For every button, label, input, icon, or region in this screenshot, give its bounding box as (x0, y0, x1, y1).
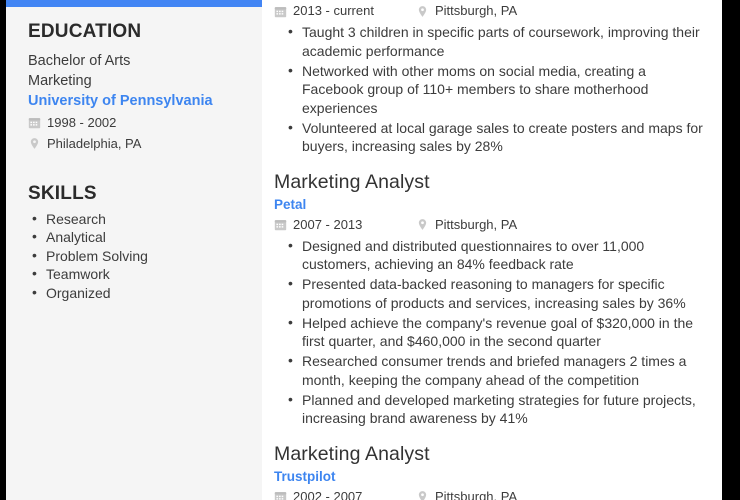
skill-list-item: Analytical (28, 227, 246, 247)
job-title: Marketing Analyst (274, 170, 430, 193)
job-location: Pittsburgh, PA (435, 216, 518, 232)
accent-bar (6, 0, 262, 7)
job-bullet-item: Researched consumer trends and briefed m… (274, 351, 706, 389)
job-dates: 2007 - 2013 (293, 216, 363, 232)
skills-heading: SKILLS (28, 182, 97, 204)
job-meta-row: 2007 - 2013 Pittsburgh, PA (274, 215, 706, 235)
page-gutter-right (722, 0, 740, 500)
job-bullet-item: Networked with other moms on social medi… (274, 61, 706, 118)
location-pin-icon (416, 218, 429, 231)
job-bullet-list: Designed and distributed questionnaires … (274, 236, 706, 428)
job-entry: Marketing Analyst Petal 2007 - 2013 Pittsbu… (274, 169, 706, 428)
job-bullet-item: Helped achieve the company's revenue goa… (274, 313, 706, 351)
resume-page: EDUCATION Bachelor of Arts Marketing Uni… (0, 0, 740, 500)
education-location-row: Philadelphia, PA (28, 134, 246, 154)
job-location-cell: Pittsburgh, PA (416, 1, 517, 21)
calendar-icon (274, 218, 287, 231)
job-bullet-item: Planned and developed marketing strategi… (274, 390, 706, 428)
education-heading: EDUCATION (28, 21, 142, 42)
job-meta-row: 2013 - current Pittsburgh, PA (274, 1, 706, 21)
location-pin-icon (416, 490, 429, 500)
job-dates-cell: 2013 - current (274, 1, 416, 21)
calendar-icon (28, 116, 41, 129)
resume-sheet: EDUCATION Bachelor of Arts Marketing Uni… (6, 0, 722, 500)
education-school-link[interactable]: University of Pennsylvania (28, 91, 246, 112)
education-location: Philadelphia, PA (47, 135, 142, 151)
job-entry: Marketing Analyst Trustpilot 2002 - 2007 Pi… (274, 441, 706, 500)
location-pin-icon (28, 137, 41, 150)
job-meta-row: 2002 - 2007 Pittsburgh, PA (274, 487, 706, 500)
job-dates-cell: 2007 - 2013 (274, 215, 416, 235)
education-field: Marketing (28, 72, 92, 89)
resume-sidebar: EDUCATION Bachelor of Arts Marketing Uni… (6, 0, 262, 500)
job-entry: 2013 - current Pittsburgh, PA Taught 3 chi… (274, 1, 706, 156)
skill-list-item: Teamwork (28, 264, 246, 284)
job-bullet-list: Taught 3 children in specific parts of c… (274, 22, 706, 156)
job-bullet-item: Volunteered at local garage sales to cre… (274, 118, 706, 156)
job-location-cell: Pittsburgh, PA (416, 215, 517, 235)
skills-list: ResearchAnalyticalProblem SolvingTeamwor… (28, 209, 246, 303)
job-location: Pittsburgh, PA (435, 3, 518, 18)
job-dates: 2013 - current (293, 3, 374, 18)
job-location: Pittsburgh, PA (435, 488, 518, 500)
job-title: Marketing Analyst (274, 442, 430, 465)
calendar-icon (274, 490, 287, 500)
education-dates: 1998 - 2002 (47, 114, 117, 130)
skill-list-item: Research (28, 209, 246, 229)
education-degree: Bachelor of Arts (28, 52, 131, 69)
education-dates-row: 1998 - 2002 (28, 113, 246, 133)
education-section: EDUCATION Bachelor of Arts Marketing Uni… (28, 0, 262, 154)
job-location-cell: Pittsburgh, PA (416, 487, 517, 500)
job-bullet-item: Designed and distributed questionnaires … (274, 236, 706, 274)
skill-list-item: Organized (28, 283, 246, 303)
job-dates-cell: 2002 - 2007 (274, 487, 416, 500)
job-company-link[interactable]: Trustpilot (274, 467, 706, 486)
job-bullet-item: Taught 3 children in specific parts of c… (274, 22, 706, 60)
skill-list-item: Problem Solving (28, 246, 246, 266)
job-bullet-item: Presented data-backed reasoning to manag… (274, 274, 706, 312)
job-company-link[interactable]: Petal (274, 195, 706, 214)
skills-section: SKILLS ResearchAnalyticalProblem Solving… (28, 182, 262, 303)
calendar-icon (274, 5, 287, 18)
location-pin-icon (416, 5, 429, 18)
job-dates: 2002 - 2007 (293, 488, 363, 500)
resume-main-column: 2013 - current Pittsburgh, PA Taught 3 chi… (262, 0, 722, 500)
